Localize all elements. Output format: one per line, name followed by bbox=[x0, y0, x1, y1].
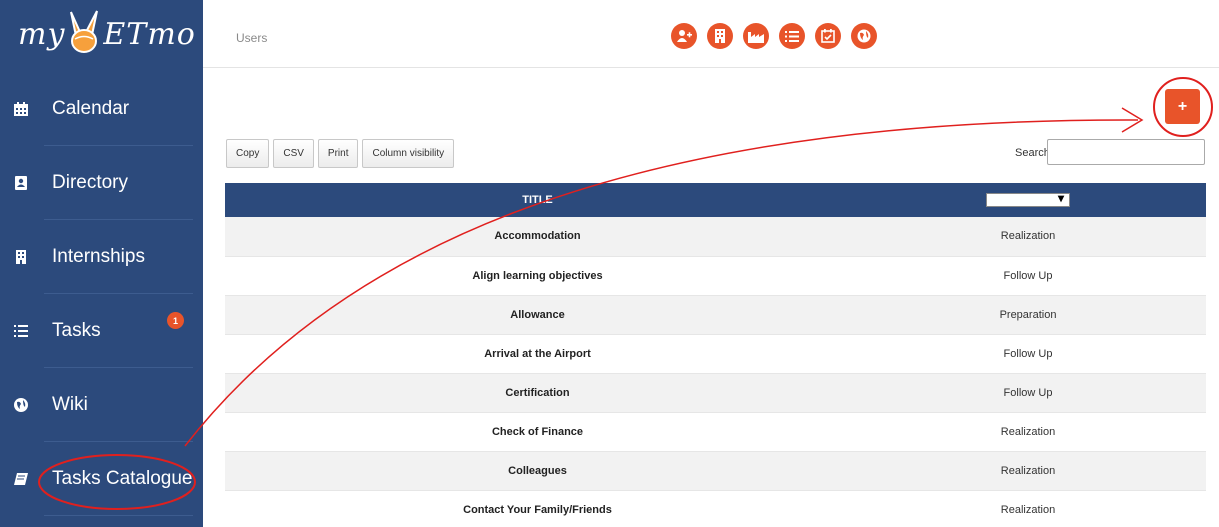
task-phase-cell: Realization bbox=[850, 451, 1206, 491]
copy-button[interactable]: Copy bbox=[226, 139, 270, 168]
top-bar: Users bbox=[203, 0, 1219, 68]
add-button[interactable]: + bbox=[1165, 89, 1200, 124]
sidebar-item-label: Tasks Catalogue bbox=[52, 468, 193, 489]
task-title-cell: Check of Finance bbox=[225, 412, 850, 452]
task-title-cell: Certification bbox=[225, 373, 850, 413]
logo[interactable]: my ETmo bbox=[0, 0, 203, 72]
main-content: + Copy CSV Print Column visibility Searc… bbox=[203, 69, 1219, 527]
sidebar-item-tasks-catalogue[interactable]: Tasks Catalogue bbox=[0, 442, 203, 516]
sidebar-item-calendar[interactable]: Calendar bbox=[0, 72, 203, 146]
sidebar-item-directory[interactable]: Directory bbox=[0, 146, 203, 220]
csv-button[interactable]: CSV bbox=[273, 139, 314, 168]
building-icon[interactable] bbox=[707, 23, 733, 49]
notification-badge: 1 bbox=[167, 312, 184, 329]
column-header-title[interactable]: TITLE bbox=[225, 183, 850, 217]
sidebar-item-tasks[interactable]: Tasks 1 bbox=[0, 294, 203, 368]
book-icon bbox=[12, 470, 30, 488]
task-title-cell: Contact Your Family/Friends bbox=[225, 490, 850, 527]
table-row[interactable]: Accommodation Realization bbox=[225, 217, 1206, 257]
task-phase-cell: Follow Up bbox=[850, 334, 1206, 374]
table-header-row: TITLE bbox=[225, 183, 1206, 217]
task-phase-cell: Follow Up bbox=[850, 373, 1206, 413]
column-header-phase bbox=[850, 183, 1206, 217]
table-row[interactable]: Certification Follow Up bbox=[225, 373, 1206, 413]
table-row[interactable]: Arrival at the Airport Follow Up bbox=[225, 334, 1206, 374]
factory-icon[interactable] bbox=[743, 23, 769, 49]
breadcrumb[interactable]: Users bbox=[236, 31, 267, 45]
export-button-group: Copy CSV Print Column visibility bbox=[226, 139, 458, 168]
sidebar-nav: Calendar Directory Internships Tasks 1 W… bbox=[0, 72, 203, 516]
sidebar-item-label: Internships bbox=[52, 246, 145, 267]
list-icon bbox=[12, 322, 30, 340]
table-row[interactable]: Allowance Preparation bbox=[225, 295, 1206, 335]
calendar-icon bbox=[12, 100, 30, 118]
sidebar-item-internships[interactable]: Internships bbox=[0, 220, 203, 294]
sidebar-item-label: Directory bbox=[52, 172, 129, 193]
logo-suffix: ETmo bbox=[103, 17, 196, 52]
task-title-cell: Arrival at the Airport bbox=[225, 334, 850, 374]
table-row[interactable]: Check of Finance Realization bbox=[225, 412, 1206, 452]
table-row[interactable]: Colleagues Realization bbox=[225, 451, 1206, 491]
table-row[interactable]: Contact Your Family/Friends Realization bbox=[225, 490, 1206, 527]
task-phase-cell: Realization bbox=[850, 412, 1206, 452]
address-book-icon bbox=[12, 174, 30, 192]
task-phase-cell: Preparation bbox=[850, 295, 1206, 335]
globe-icon bbox=[12, 396, 30, 414]
print-button[interactable]: Print bbox=[317, 139, 359, 168]
tasks-table: TITLE Accommodation Realization Align le… bbox=[225, 183, 1206, 527]
sidebar-item-wiki[interactable]: Wiki bbox=[0, 368, 203, 442]
task-phase-cell: Follow Up bbox=[850, 256, 1206, 296]
sidebar-item-label: Wiki bbox=[52, 394, 88, 415]
calendar-check-icon[interactable] bbox=[815, 23, 841, 49]
task-phase-cell: Realization bbox=[850, 490, 1206, 527]
building-icon bbox=[12, 248, 30, 266]
table-row[interactable]: Align learning objectives Follow Up bbox=[225, 256, 1206, 296]
globe-icon[interactable] bbox=[851, 23, 877, 49]
task-title-cell: Align learning objectives bbox=[225, 256, 850, 296]
sidebar-item-label: Calendar bbox=[52, 98, 130, 119]
task-title-cell: Accommodation bbox=[225, 217, 850, 257]
sidebar: my ETmo Calendar Directory Internships T… bbox=[0, 0, 203, 527]
peace-hand-logo-icon bbox=[70, 10, 99, 53]
task-title-cell: Allowance bbox=[225, 295, 850, 335]
list-icon[interactable] bbox=[779, 23, 805, 49]
phase-filter-select[interactable] bbox=[986, 191, 1070, 207]
logo-prefix: my bbox=[18, 17, 66, 52]
app-root: my ETmo Calendar Directory Internships T… bbox=[0, 0, 1219, 527]
search-input[interactable] bbox=[1047, 139, 1205, 165]
column-visibility-button[interactable]: Column visibility bbox=[362, 139, 455, 168]
task-phase-cell: Realization bbox=[850, 217, 1206, 257]
add-user-icon[interactable] bbox=[671, 23, 697, 49]
sidebar-item-label: Tasks bbox=[52, 320, 101, 341]
task-title-cell: Colleagues bbox=[225, 451, 850, 491]
top-icon-group bbox=[671, 23, 877, 49]
